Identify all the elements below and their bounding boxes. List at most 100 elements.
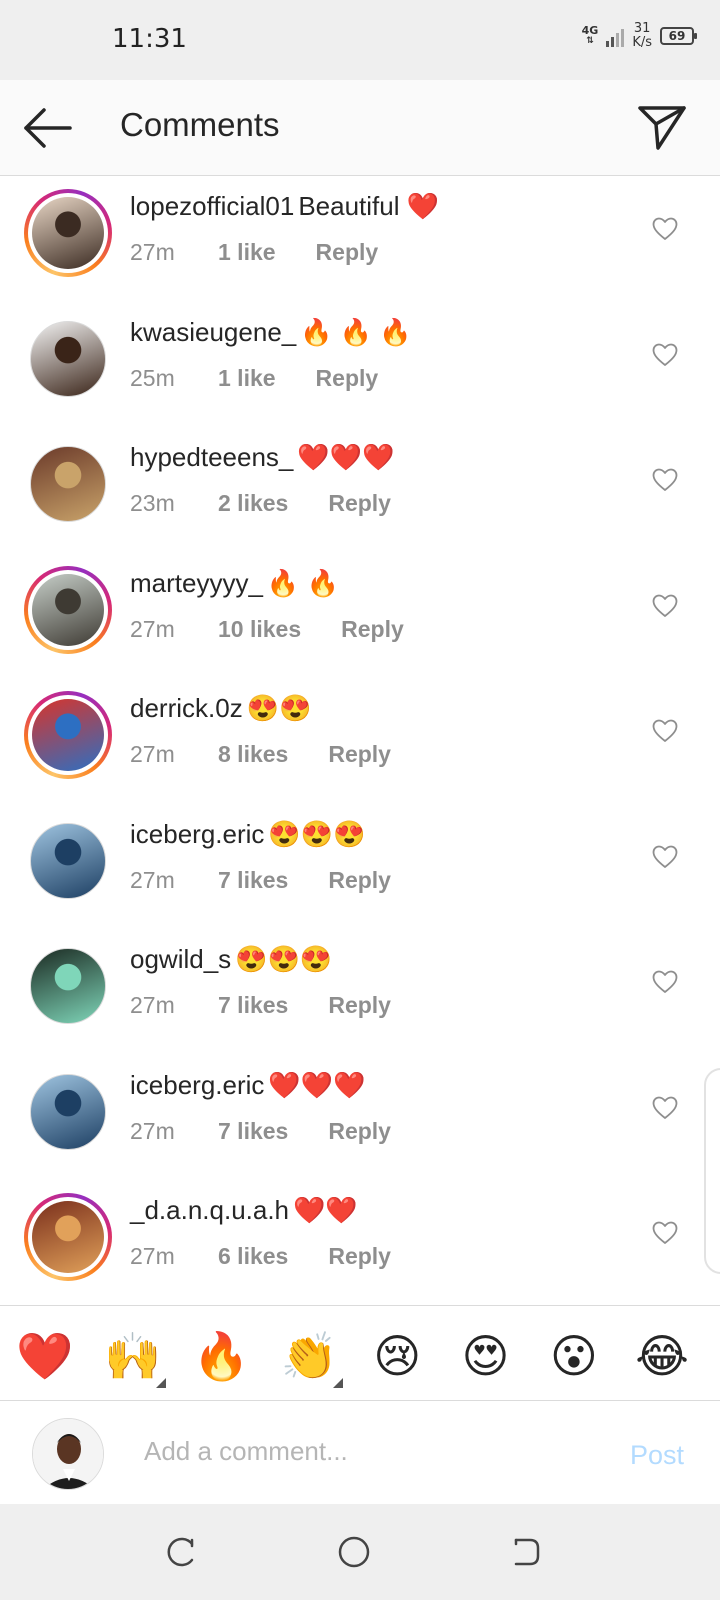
avatar-image [30, 822, 106, 899]
comment-composer: Post [0, 1402, 720, 1504]
heart-outline-icon[interactable] [652, 343, 678, 367]
heart-outline-icon[interactable] [652, 468, 678, 492]
heart-outline-icon[interactable] [652, 845, 678, 869]
emoji-glyph: 👏 [280, 1329, 339, 1383]
avatar [32, 1418, 104, 1490]
variant-indicator-icon [156, 1378, 167, 1388]
comment-username[interactable]: lopezofficial01 [130, 191, 294, 221]
comment-row: iceberg.eric 😍😍😍 27m 7 likes Reply [0, 805, 720, 933]
comment-row: _d.a.n.q.u.a.h ❤️❤️ 27m 6 likes Reply [0, 1181, 720, 1305]
comment-meta: 23m 2 likes Reply [130, 490, 391, 517]
reply-button[interactable]: Reply [328, 741, 391, 768]
comment-like-count[interactable]: 8 likes [218, 741, 288, 768]
comment-username[interactable]: kwasieugene_ [130, 317, 296, 347]
heart-outline-icon[interactable] [652, 1221, 678, 1245]
comment-meta: 27m 7 likes Reply [130, 867, 391, 894]
comment-like-count[interactable]: 7 likes [218, 992, 288, 1019]
comment-row: kwasieugene_ 🔥 🔥 🔥 25m 1 like Reply [0, 303, 720, 431]
heart-outline-icon[interactable] [652, 1096, 678, 1120]
comment-like-count[interactable]: 7 likes [218, 867, 288, 894]
back-icon[interactable] [508, 1534, 544, 1570]
avatar-with-story-ring[interactable] [24, 565, 112, 654]
comment-username[interactable]: marteyyyy_ [130, 568, 263, 598]
comment-content: marteyyyy_ 🔥 🔥 [130, 568, 339, 599]
comment-meta: 25m 1 like Reply [130, 365, 378, 392]
reply-button[interactable]: Reply [328, 1243, 391, 1270]
system-nav-bar [0, 1504, 720, 1600]
avatar[interactable] [24, 315, 112, 403]
reply-button[interactable]: Reply [328, 992, 391, 1019]
comment-content: kwasieugene_ 🔥 🔥 🔥 [130, 317, 412, 348]
comment-text: ❤️❤️❤️ [268, 1069, 366, 1100]
heart-outline-icon[interactable] [652, 217, 678, 241]
emoji-reaction-button[interactable]: 🔥 [192, 1328, 250, 1384]
avatar[interactable] [24, 1068, 112, 1156]
post-button[interactable]: Post [630, 1440, 684, 1471]
emoji-reaction-button[interactable]: 😮 [546, 1328, 602, 1384]
comment-timestamp: 27m [130, 615, 175, 642]
emoji-reaction-button[interactable]: 🙌 [104, 1328, 167, 1388]
user-avatar-image [33, 1419, 103, 1489]
emoji-glyph: 😂 [635, 1329, 689, 1383]
emoji-reaction-button[interactable]: 😢 [369, 1328, 425, 1384]
avatar-with-story-ring[interactable] [24, 1193, 112, 1281]
comment-username[interactable]: ogwild_s [130, 944, 231, 974]
comment-like-count[interactable]: 10 likes [218, 616, 301, 643]
comment-input[interactable] [144, 1426, 584, 1476]
comments-list[interactable]: lopezofficial01 Beautiful ❤️ 27m 1 like Repl… [0, 177, 720, 1305]
emoji-quick-bar: ❤️ 🙌 🔥 👏 😢 😍 😮 😂 [0, 1305, 720, 1401]
comment-meta: 27m 7 likes Reply [130, 992, 391, 1019]
reply-button[interactable]: Reply [328, 867, 391, 894]
reply-button[interactable]: Reply [316, 239, 379, 266]
emoji-reaction-button[interactable]: 😂 [634, 1328, 690, 1384]
recent-apps-icon[interactable] [162, 1534, 198, 1570]
heart-outline-icon[interactable] [652, 719, 678, 743]
heart-outline-icon[interactable] [652, 594, 678, 618]
comment-username[interactable]: _d.a.n.q.u.a.h [130, 1195, 289, 1225]
heart-outline-icon[interactable] [652, 970, 678, 994]
scroll-handle[interactable] [704, 1068, 720, 1274]
arrow-left-icon[interactable] [20, 102, 74, 154]
comment-like-count[interactable]: 2 likes [218, 490, 288, 517]
comment-like-count[interactable]: 1 like [218, 239, 276, 266]
comment-meta: 27m 1 like Reply [130, 239, 378, 266]
comment-timestamp: 27m [130, 741, 175, 767]
avatar[interactable] [24, 440, 112, 528]
avatar-image [30, 320, 106, 397]
comment-username[interactable]: hypedteeens_ [130, 442, 293, 472]
avatar[interactable] [24, 817, 112, 905]
comment-content: ogwild_s 😍😍😍 [130, 944, 332, 975]
emoji-reaction-button[interactable]: 👏 [280, 1328, 343, 1388]
avatar-with-story-ring[interactable] [24, 189, 112, 277]
emoji-glyph: 🔥 [192, 1329, 250, 1383]
comment-content: _d.a.n.q.u.a.h ❤️❤️ [130, 1195, 358, 1226]
comment-timestamp: 25m [130, 364, 175, 391]
emoji-reaction-button[interactable]: ❤️ [16, 1328, 74, 1384]
comment-content: derrick.0z 😍😍 [130, 693, 311, 724]
comment-username[interactable]: derrick.0z [130, 693, 243, 723]
comment-like-count[interactable]: 6 likes [218, 1243, 288, 1270]
emoji-glyph: ❤️ [16, 1329, 74, 1383]
comment-timestamp: 27m [130, 1117, 175, 1144]
comment-meta: 27m 6 likes Reply [130, 1243, 391, 1270]
reply-button[interactable]: Reply [328, 490, 391, 517]
comment-username[interactable]: iceberg.eric [130, 819, 264, 849]
avatar[interactable] [24, 942, 112, 1030]
home-icon[interactable] [336, 1534, 372, 1570]
page-title: Comments [120, 106, 280, 143]
reply-button[interactable]: Reply [316, 365, 379, 392]
avatar-with-story-ring[interactable] [24, 691, 112, 779]
emoji-reaction-button[interactable]: 😍 [458, 1328, 514, 1384]
comment-row: lopezofficial01 Beautiful ❤️ 27m 1 like Repl… [0, 177, 720, 305]
comment-like-count[interactable]: 1 like [218, 365, 276, 392]
reply-button[interactable]: Reply [328, 1118, 391, 1145]
comment-like-count[interactable]: 7 likes [218, 1118, 288, 1145]
paper-plane-icon[interactable] [636, 102, 688, 154]
comment-text: ❤️❤️❤️ [297, 442, 395, 472]
variant-indicator-icon [332, 1378, 343, 1388]
reply-button[interactable]: Reply [341, 616, 404, 643]
comment-row: hypedteeens_ ❤️❤️❤️ 23m 2 likes Reply [0, 428, 720, 556]
comment-username[interactable]: iceberg.eric [130, 1070, 264, 1100]
emoji-glyph: 😢 [373, 1329, 422, 1383]
comment-row: iceberg.eric ❤️❤️❤️ 27m 7 likes Reply [0, 1056, 720, 1184]
